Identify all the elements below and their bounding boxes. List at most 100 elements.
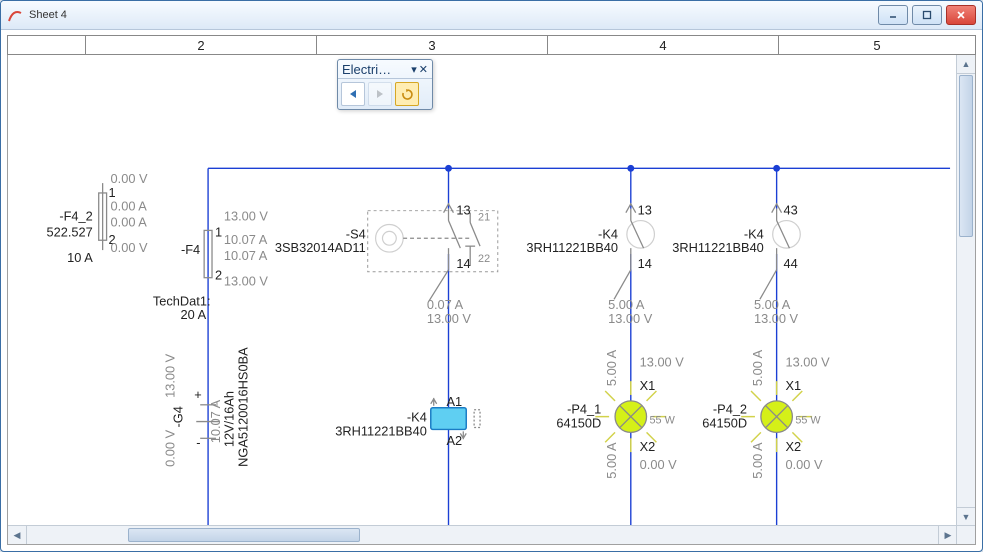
simulation-toolbar[interactable]: Electri… ▾ ✕ xyxy=(337,59,433,110)
svg-text:-F4: -F4 xyxy=(181,242,200,257)
svg-text:1: 1 xyxy=(109,185,116,200)
svg-text:10.07 A: 10.07 A xyxy=(224,248,268,263)
svg-text:0.00 V: 0.00 V xyxy=(640,457,677,472)
svg-text:-F4_2: -F4_2 xyxy=(59,209,92,224)
svg-text:13: 13 xyxy=(638,203,652,218)
component-S4[interactable]: 13 14 21 22 -S4 3SB32014AD11 0.07 A 13.0… xyxy=(275,203,498,326)
svg-text:10.07 A: 10.07 A xyxy=(224,232,268,247)
svg-text:13.00 V: 13.00 V xyxy=(224,274,269,289)
svg-text:5.00 A: 5.00 A xyxy=(608,297,645,312)
ruler-col: 5 xyxy=(779,36,975,54)
svg-text:-P4_2: -P4_2 xyxy=(713,402,747,417)
refresh-button[interactable] xyxy=(395,82,419,106)
maximize-button[interactable] xyxy=(912,5,942,25)
svg-text:X1: X1 xyxy=(785,378,801,393)
play-button[interactable] xyxy=(368,82,392,106)
ruler-col: 3 xyxy=(317,36,548,54)
component-P4_2[interactable]: X1 X2 55 W -P4_2 64150D 13.00 V 0.00 V 5… xyxy=(702,349,830,478)
svg-text:1: 1 xyxy=(215,224,222,239)
svg-text:13.00 V: 13.00 V xyxy=(640,354,685,369)
close-icon[interactable]: ✕ xyxy=(419,63,428,76)
svg-text:-G4: -G4 xyxy=(170,406,185,427)
svg-text:13.00 V: 13.00 V xyxy=(754,311,799,326)
svg-text:-K4: -K4 xyxy=(744,226,764,241)
svg-text:13.00 V: 13.00 V xyxy=(163,353,178,398)
svg-text:13.00 V: 13.00 V xyxy=(427,311,472,326)
window-title: Sheet 4 xyxy=(29,9,878,21)
app-window: Sheet 4 2 3 4 5 xyxy=(0,0,983,552)
titlebar: Sheet 4 xyxy=(1,1,982,30)
scroll-down-icon[interactable]: ▼ xyxy=(957,507,975,526)
scroll-corner xyxy=(956,525,975,544)
component-K4-aux1[interactable]: 13 14 -K4 3RH11221BB40 5.00 A 13.00 V xyxy=(526,203,654,326)
svg-text:3RH11221BB40: 3RH11221BB40 xyxy=(335,423,427,438)
svg-text:3RH11221BB40: 3RH11221BB40 xyxy=(672,240,764,255)
scroll-up-icon[interactable]: ▲ xyxy=(957,55,975,74)
svg-text:14: 14 xyxy=(456,256,470,271)
svg-text:-P4_1: -P4_1 xyxy=(567,402,601,417)
svg-text:X1: X1 xyxy=(640,378,656,393)
svg-text:13: 13 xyxy=(456,203,470,218)
svg-text:X2: X2 xyxy=(640,439,656,454)
svg-text:-K4: -K4 xyxy=(598,226,618,241)
svg-text:0.00 A: 0.00 A xyxy=(111,199,148,214)
svg-text:0.00 V: 0.00 V xyxy=(785,457,822,472)
component-K4-aux2[interactable]: 43 44 -K4 3RH11221BB40 5.00 A 13.00 V xyxy=(672,203,800,326)
ruler-col: 2 xyxy=(86,36,317,54)
ruler-col: 4 xyxy=(548,36,779,54)
svg-text:10 A: 10 A xyxy=(67,250,93,265)
column-ruler: 2 3 4 5 xyxy=(7,35,976,55)
svg-text:0.00 V: 0.00 V xyxy=(111,240,148,255)
svg-text:5.00 A: 5.00 A xyxy=(754,297,791,312)
scroll-right-icon[interactable]: ▶ xyxy=(938,526,957,544)
svg-text:5.00 A: 5.00 A xyxy=(604,442,619,479)
svg-text:-: - xyxy=(196,435,200,450)
svg-text:A2: A2 xyxy=(447,433,463,448)
app-icon xyxy=(7,7,23,23)
chevron-down-icon[interactable]: ▾ xyxy=(411,63,417,76)
canvas-area: 1 2 -F4_2 522.527 10 A 0.00 V 0.00 A 0.0… xyxy=(7,55,976,545)
svg-text:13.00 V: 13.00 V xyxy=(785,354,830,369)
svg-text:3RH11221BB40: 3RH11221BB40 xyxy=(526,240,618,255)
svg-text:55 W: 55 W xyxy=(650,415,676,427)
svg-text:12V/16Ah: 12V/16Ah xyxy=(222,391,237,447)
svg-text:21: 21 xyxy=(478,212,490,224)
svg-text:14: 14 xyxy=(638,256,652,271)
svg-text:22: 22 xyxy=(478,253,490,265)
toolbar-title: Electri… xyxy=(342,62,409,77)
component-K4-coil[interactable]: A1 A2 -K4 3RH11221BB40 xyxy=(335,394,480,448)
svg-text:10.07 A: 10.07 A xyxy=(208,399,223,443)
svg-text:55 W: 55 W xyxy=(795,415,821,427)
svg-text:0.07 A: 0.07 A xyxy=(427,297,464,312)
scroll-thumb[interactable] xyxy=(959,75,973,237)
svg-text:A1: A1 xyxy=(447,394,463,409)
svg-text:44: 44 xyxy=(784,256,798,271)
svg-text:-S4: -S4 xyxy=(346,226,366,241)
svg-text:0.00 V: 0.00 V xyxy=(163,429,178,466)
step-back-button[interactable] xyxy=(341,82,365,106)
minimize-button[interactable] xyxy=(878,5,908,25)
svg-text:+: + xyxy=(194,387,201,402)
svg-text:13.00 V: 13.00 V xyxy=(224,209,269,224)
schematic[interactable]: 1 2 -F4_2 522.527 10 A 0.00 V 0.00 A 0.0… xyxy=(8,55,957,526)
scroll-left-icon[interactable]: ◀ xyxy=(8,526,27,544)
component-P4_1[interactable]: X1 X2 55 W -P4_1 64150D 13.00 V 0.00 V 5… xyxy=(556,349,684,478)
svg-text:64150D: 64150D xyxy=(702,415,747,430)
schematic-svg[interactable]: 1 2 -F4_2 522.527 10 A 0.00 V 0.00 A 0.0… xyxy=(8,55,957,526)
component-G4[interactable]: + - -G4 0.00 V 13.00 V 10.07 A 12V/16Ah … xyxy=(163,347,251,467)
horizontal-scrollbar[interactable]: ◀ ▶ xyxy=(8,525,957,544)
svg-text:X2: X2 xyxy=(785,439,801,454)
svg-text:5.00 A: 5.00 A xyxy=(604,349,619,386)
vertical-scrollbar[interactable]: ▲ ▼ xyxy=(956,55,975,526)
scroll-thumb[interactable] xyxy=(128,528,360,542)
svg-text:2: 2 xyxy=(215,268,222,283)
svg-text:13.00 V: 13.00 V xyxy=(608,311,653,326)
svg-text:TechDat1:: TechDat1: xyxy=(153,293,211,308)
component-F4[interactable]: 1 2 -F4 13.00 V 10.07 A 10.07 A 13.00 V … xyxy=(153,209,269,323)
svg-text:43: 43 xyxy=(784,203,798,218)
svg-text:5.00 A: 5.00 A xyxy=(750,349,765,386)
svg-text:20 A: 20 A xyxy=(180,307,206,322)
component-F4_2[interactable]: 1 2 -F4_2 522.527 10 A 0.00 V 0.00 A 0.0… xyxy=(47,171,148,265)
close-button[interactable] xyxy=(946,5,976,25)
svg-text:0.00 A: 0.00 A xyxy=(111,214,148,229)
